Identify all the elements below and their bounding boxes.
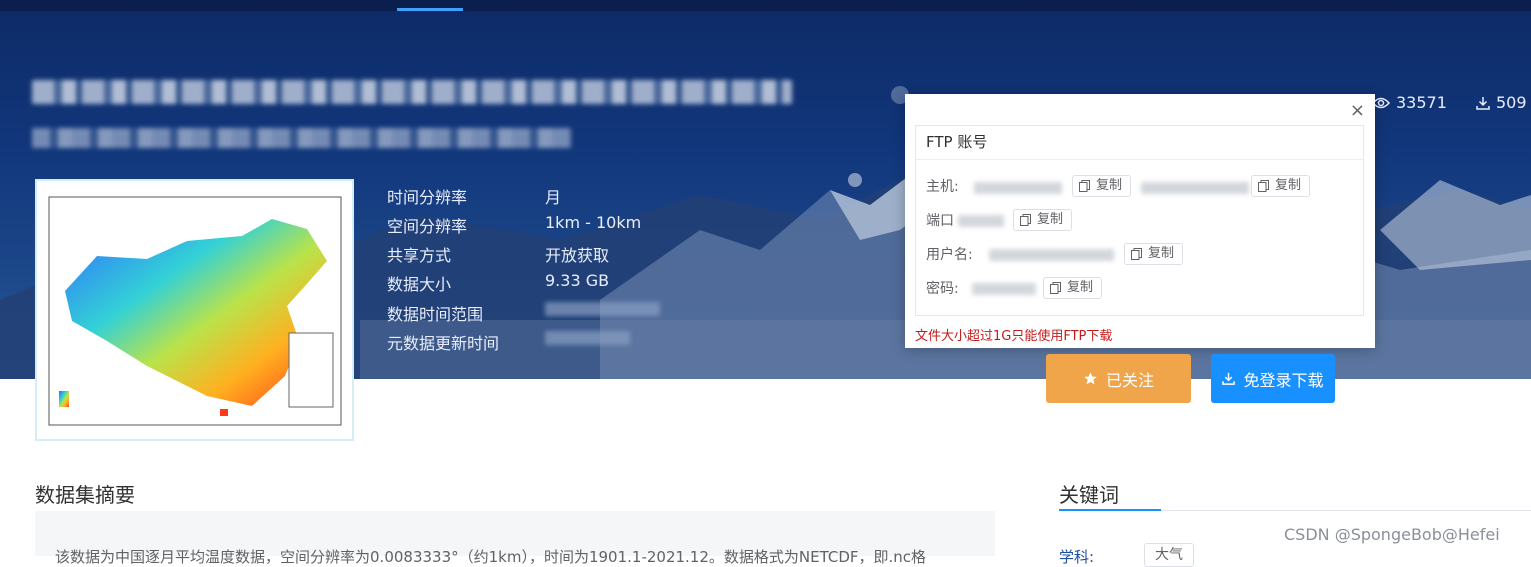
copy-host-alt-label: 复制 [1275, 178, 1302, 193]
copy-icon [1020, 214, 1031, 226]
meta-value-sharing-mode: 开放获取 [545, 246, 610, 265]
redacted-host [974, 182, 1062, 194]
copy-icon [1131, 248, 1142, 260]
meta-label-metadata-updated: 元数据更新时间 [387, 334, 500, 353]
copy-host-button[interactable]: 复制 [1072, 175, 1132, 197]
abstract-section-title: 数据集摘要 [35, 483, 135, 507]
meta-label-spatial-resolution: 空间分辨率 [387, 217, 468, 236]
copy-password-button[interactable]: 复制 [1043, 277, 1103, 299]
download-count: 509 [1476, 93, 1527, 112]
dataset-thumbnail-map [35, 179, 354, 441]
ftp-popup: × FTP 账号 主机: 复制 复制 端口 复制 用户名: 复制 密码: 复制 … [905, 94, 1375, 348]
download-icon [1476, 96, 1490, 110]
abstract-content: 该数据为中国逐月平均温度数据，空间分辨率为0.0083333°（约1km），时间… [35, 511, 995, 566]
copy-icon [1050, 282, 1061, 294]
ftp-username-label: 用户名: [926, 247, 973, 263]
temperature-map-image [48, 196, 342, 426]
download-count-value: 509 [1496, 93, 1527, 112]
copy-username-label: 复制 [1148, 246, 1175, 261]
ftp-account-panel: FTP 账号 主机: 复制 复制 端口 复制 用户名: 复制 密码: 复制 [915, 125, 1364, 316]
copy-password-label: 复制 [1067, 280, 1094, 295]
download-icon [1222, 372, 1236, 385]
copy-host-alt-button[interactable]: 复制 [1251, 175, 1311, 197]
copy-username-button[interactable]: 复制 [1124, 243, 1184, 265]
keywords-divider [1161, 510, 1531, 511]
copy-port-button[interactable]: 复制 [1013, 209, 1073, 231]
keywords-title-underline [1059, 509, 1161, 511]
redacted-title-line-2 [32, 128, 572, 148]
meta-value-data-size: 9.33 GB [545, 271, 610, 290]
follow-button-label: 已关注 [1105, 370, 1154, 390]
meta-value-spatial-resolution: 1km - 10km [545, 213, 642, 232]
follow-button[interactable]: 已关注 [1046, 354, 1191, 403]
keyword-subject-label: 学科: [1059, 548, 1095, 566]
csdn-watermark: CSDN @SpongeBob@Hefei [1284, 525, 1500, 544]
download-without-login-button[interactable]: 免登录下载 [1211, 354, 1335, 403]
redacted-title-line-1 [32, 80, 792, 104]
close-icon[interactable]: × [1350, 100, 1365, 121]
copy-host-label: 复制 [1096, 178, 1123, 193]
redacted-time-range [545, 302, 660, 316]
copy-icon [1079, 180, 1090, 192]
star-icon [1084, 372, 1097, 385]
ftp-password-label: 密码: [926, 281, 959, 297]
view-count-value: 33571 [1396, 93, 1447, 112]
ftp-size-warning: 文件大小超过1G只能使用FTP下载 [915, 329, 1113, 344]
keywords-section-title: 关键词 [1059, 483, 1119, 507]
keyword-tag[interactable]: 大气 [1144, 543, 1194, 567]
ftp-panel-title: FTP 账号 [916, 126, 1363, 160]
download-button-label: 免登录下载 [1243, 370, 1324, 390]
ftp-host-label: 主机: [926, 179, 959, 195]
meta-label-time-range: 数据时间范围 [387, 305, 484, 324]
view-count: 33571 [1372, 93, 1447, 112]
redacted-username [989, 249, 1114, 261]
meta-label-temporal-resolution: 时间分辨率 [387, 188, 468, 207]
redacted-host-2 [1141, 182, 1249, 194]
redacted-password [972, 283, 1036, 295]
meta-label-sharing-mode: 共享方式 [387, 246, 452, 265]
meta-value-temporal-resolution: 月 [545, 188, 562, 207]
redacted-updated-date [545, 331, 630, 345]
copy-port-label: 复制 [1037, 212, 1064, 227]
abstract-text: 该数据为中国逐月平均温度数据，空间分辨率为0.0083333°（约1km），时间… [55, 548, 927, 566]
ftp-port-label: 端口 [926, 213, 954, 229]
meta-label-data-size: 数据大小 [387, 275, 452, 294]
copy-icon [1258, 180, 1269, 192]
redacted-port [958, 215, 1004, 227]
